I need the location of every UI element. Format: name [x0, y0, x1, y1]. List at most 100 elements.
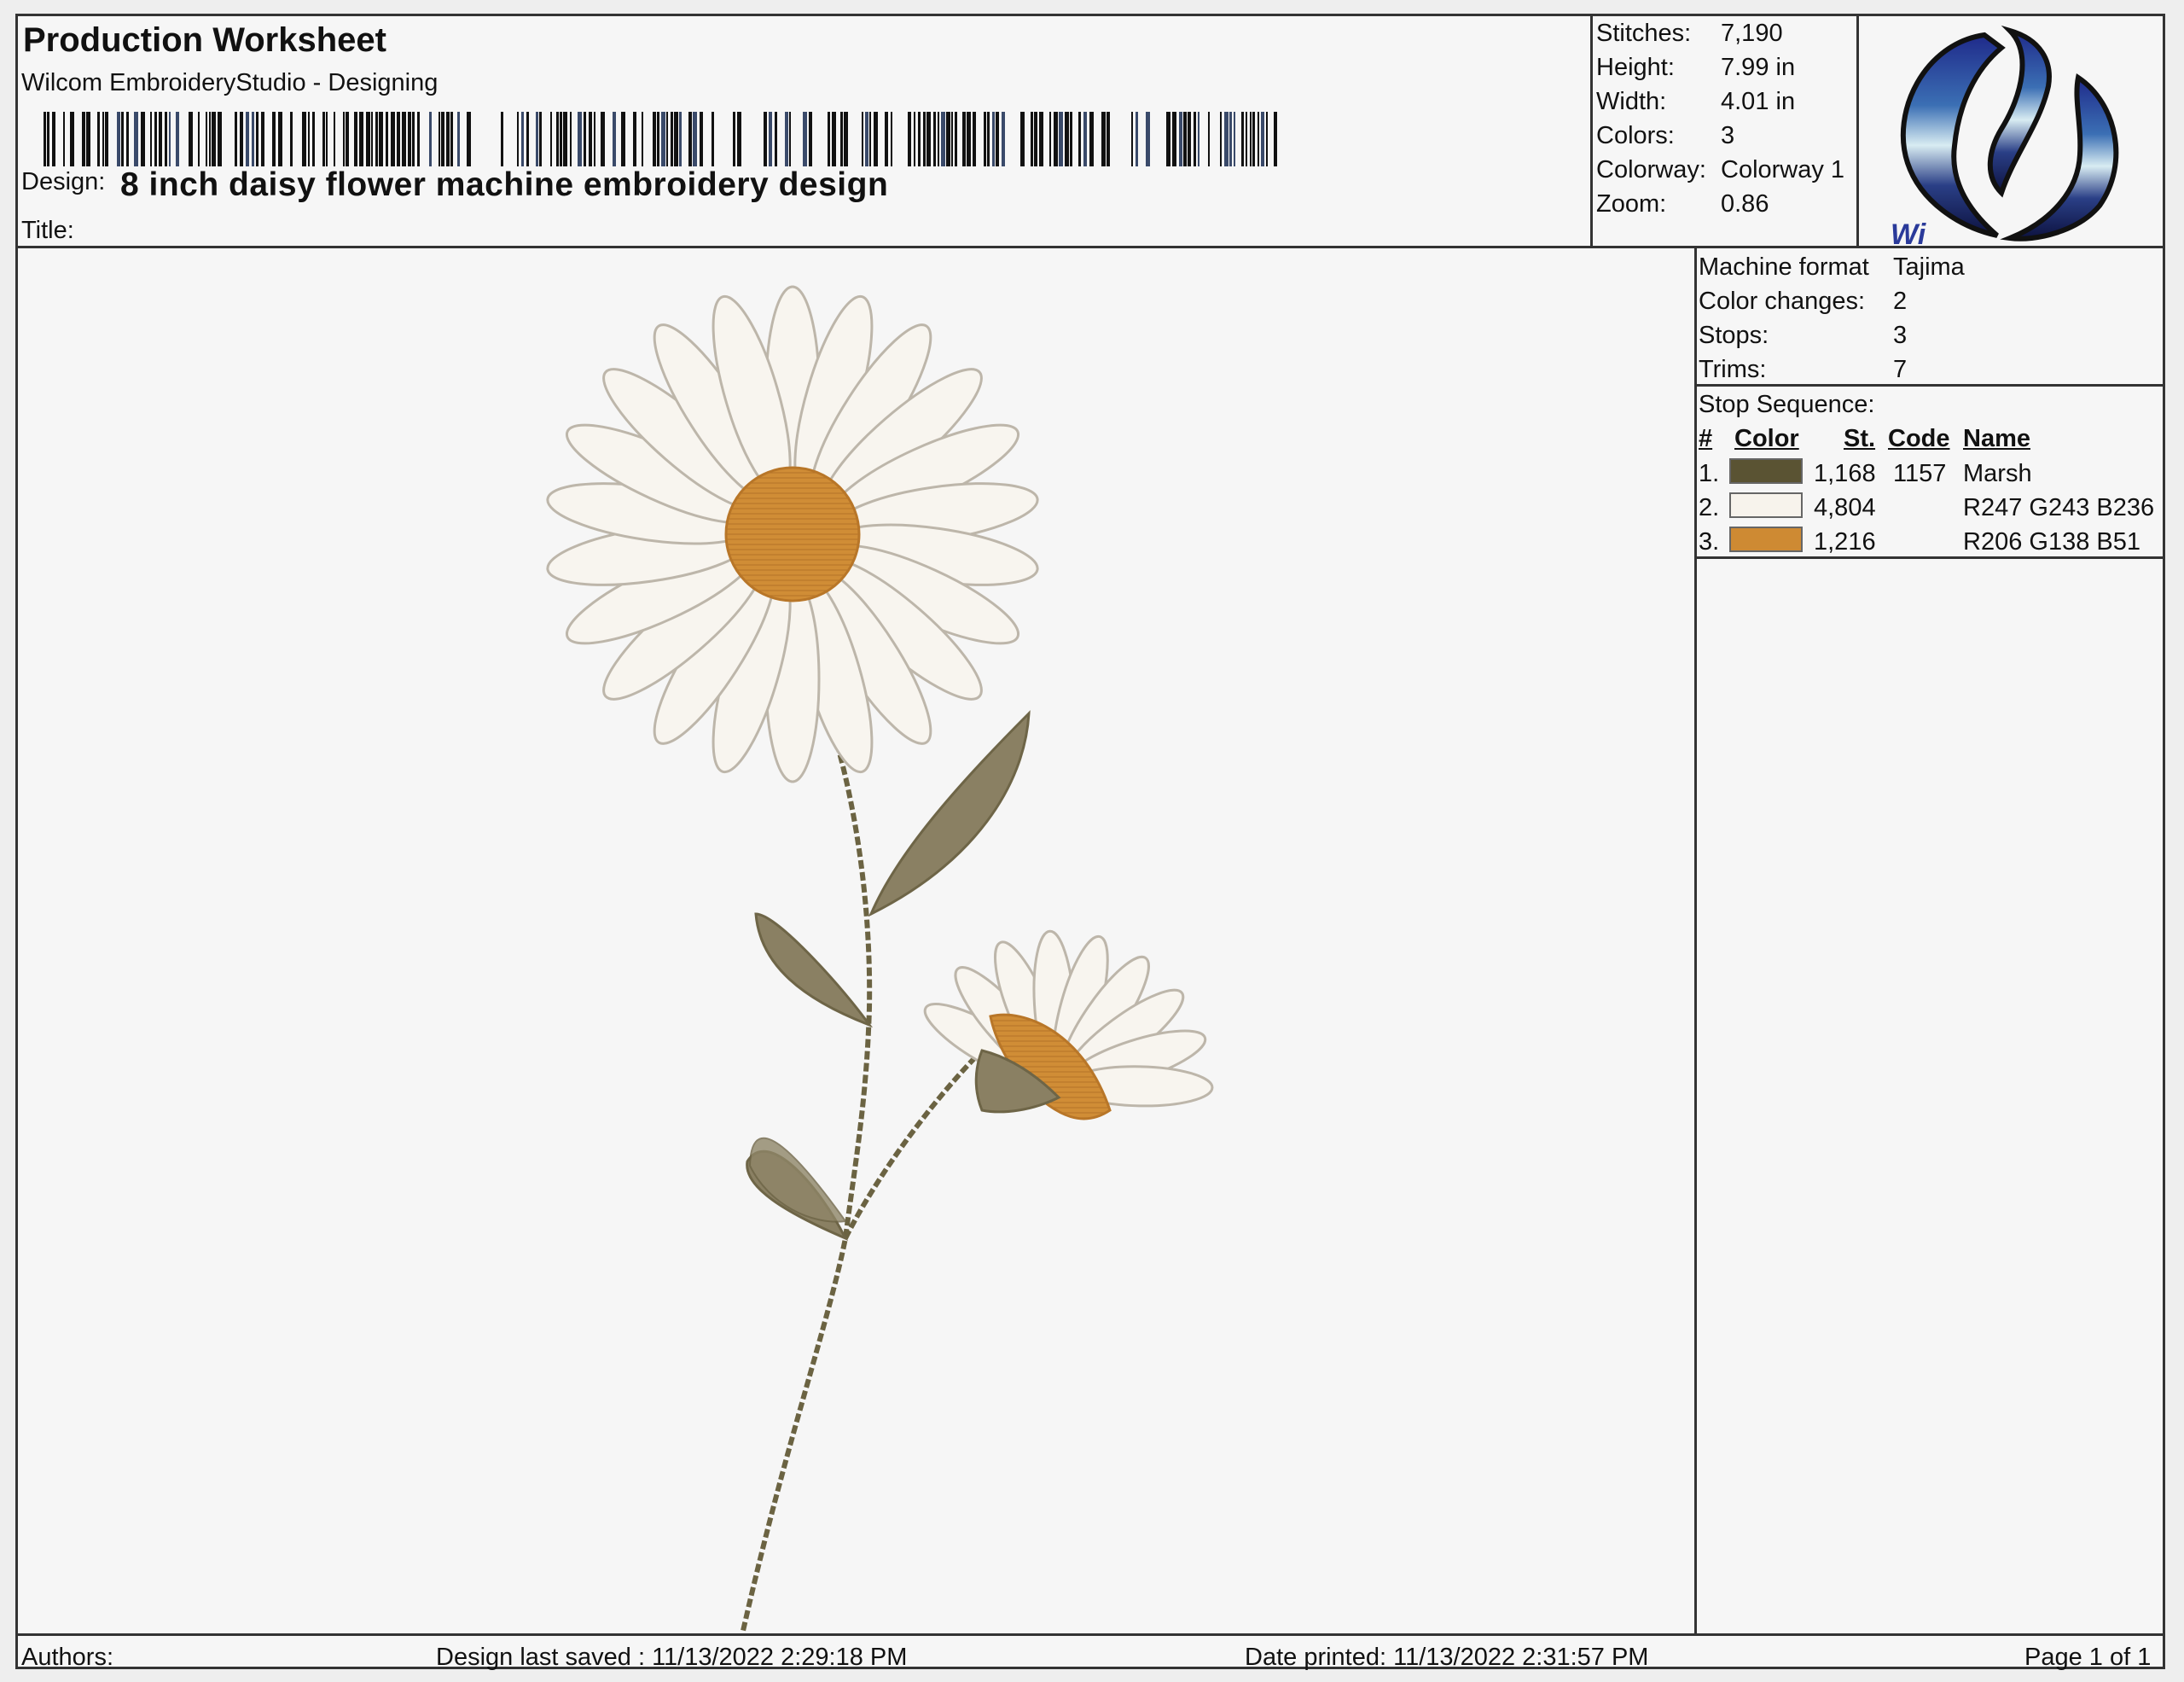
barcode-bar: [1039, 112, 1043, 166]
barcode-bar: [82, 112, 85, 166]
barcode-bar: [198, 112, 200, 166]
barcode-bar: [526, 112, 529, 166]
barcode-bar: [560, 112, 562, 166]
barcode-bar: [439, 112, 440, 166]
barcode-bar: [212, 112, 216, 166]
row-name: R247 G243 B236: [1963, 494, 2155, 521]
logo-swoosh-middle: [1987, 25, 2052, 198]
barcode-bar: [1229, 112, 1232, 166]
trims-value: 7: [1893, 356, 1908, 383]
barcode-bar: [674, 112, 678, 166]
barcode-bar: [354, 112, 357, 166]
barcode-bar: [589, 112, 592, 166]
barcode-bar: [1031, 112, 1033, 166]
barcode-bar: [141, 112, 145, 166]
row-name: Marsh: [1963, 460, 2032, 487]
barcode-bar: [206, 112, 207, 166]
barcode-bar: [308, 112, 310, 166]
barcode-bar: [962, 112, 966, 166]
barcode-bar: [1220, 112, 1222, 166]
footer-page: Page 1 of 1: [2024, 1644, 2152, 1671]
footer-date-printed: Date printed: 11/13/2022 2:31:57 PM: [1245, 1644, 1649, 1671]
barcode-bar: [343, 112, 345, 166]
barcode-bar: [1179, 112, 1182, 166]
header-divider: [18, 246, 2163, 248]
color-changes-value: 2: [1893, 288, 1908, 315]
barcode-bar: [621, 112, 625, 166]
barcode-bar: [584, 112, 586, 166]
barcode-bar: [302, 112, 306, 166]
barcode-bar: [769, 112, 772, 166]
barcode-bar: [578, 112, 582, 166]
barcode-bar: [134, 112, 138, 166]
row-code: 1157: [1893, 460, 1947, 487]
col-header-color: Color: [1734, 425, 1799, 452]
barcode-bar: [926, 112, 931, 166]
barcode-bar: [891, 112, 892, 166]
color-changes-label: Color changes:: [1699, 288, 1866, 315]
barcode-bar: [150, 112, 152, 166]
barcode-bar: [601, 112, 605, 166]
barcode-bar: [613, 112, 616, 166]
logo-divider: [1856, 16, 1859, 247]
barcode-bar: [1146, 112, 1150, 166]
barcode-bar: [996, 112, 999, 166]
barcode-bar: [809, 112, 812, 166]
large-daisy-center: [724, 466, 861, 602]
barcode-bar: [154, 112, 157, 166]
barcode-bar: [346, 112, 349, 166]
barcode-bar: [1020, 112, 1025, 166]
barcode-bar: [550, 112, 552, 166]
barcode-bar: [1266, 112, 1268, 166]
barcode-bar: [246, 112, 249, 166]
stop-sequence-label: Stop Sequence:: [1699, 391, 1875, 418]
barcode-bar: [992, 112, 995, 166]
barcode-bar: [1070, 112, 1072, 166]
barcode-bar: [408, 112, 411, 166]
barcode-bar: [256, 112, 258, 166]
design-name: 8 inch daisy flower machine embroidery d…: [120, 166, 889, 203]
machine-format-value: Tajima: [1893, 253, 1965, 281]
barcode-bar: [467, 112, 471, 166]
barcode-bar: [1274, 112, 1277, 166]
barcode-bar: [1166, 112, 1170, 166]
design-preview: [546, 285, 1214, 1632]
row-stitches: 4,804: [1814, 494, 1876, 521]
barcode-bar: [441, 112, 444, 166]
barcode-bar: [862, 112, 863, 166]
barcode-bar: [379, 112, 383, 166]
stat-width-value: 4.01 in: [1721, 88, 1796, 115]
barcode-bar: [52, 112, 55, 166]
barcode-bar: [278, 112, 282, 166]
barcode-bar: [501, 112, 503, 166]
barcode: [44, 112, 1277, 166]
barcode-bar: [126, 112, 129, 166]
barcode-bar: [235, 112, 237, 166]
barcode-bar: [386, 112, 388, 166]
barcode-bar: [457, 112, 460, 166]
barcode-bar: [869, 112, 871, 166]
barcode-bar: [252, 112, 254, 166]
stops-value: 3: [1893, 322, 1908, 349]
col-header-name: Name: [1963, 425, 2030, 452]
barcode-bar: [359, 112, 363, 166]
barcode-bar: [955, 112, 957, 166]
col-header-code: Code: [1888, 425, 1950, 452]
barcode-bar: [391, 112, 395, 166]
barcode-bar: [446, 112, 450, 166]
row-stitches: 1,168: [1814, 460, 1876, 487]
barcode-bar: [86, 112, 90, 166]
barcode-bar: [218, 112, 222, 166]
barcode-bar: [1194, 112, 1196, 166]
barcode-bar: [967, 112, 971, 166]
barcode-bar: [1034, 112, 1037, 166]
barcode-bar: [570, 112, 572, 166]
stop-sequence-divider: [1694, 556, 2163, 559]
stat-width-label: Width:: [1596, 88, 1667, 115]
barcode-bar: [556, 112, 559, 166]
barcode-bar: [539, 112, 542, 166]
stat-stitches-value: 7,190: [1721, 20, 1783, 47]
barcode-bar: [97, 112, 100, 166]
barcode-bar: [733, 112, 735, 166]
barcode-bar: [1131, 112, 1133, 166]
